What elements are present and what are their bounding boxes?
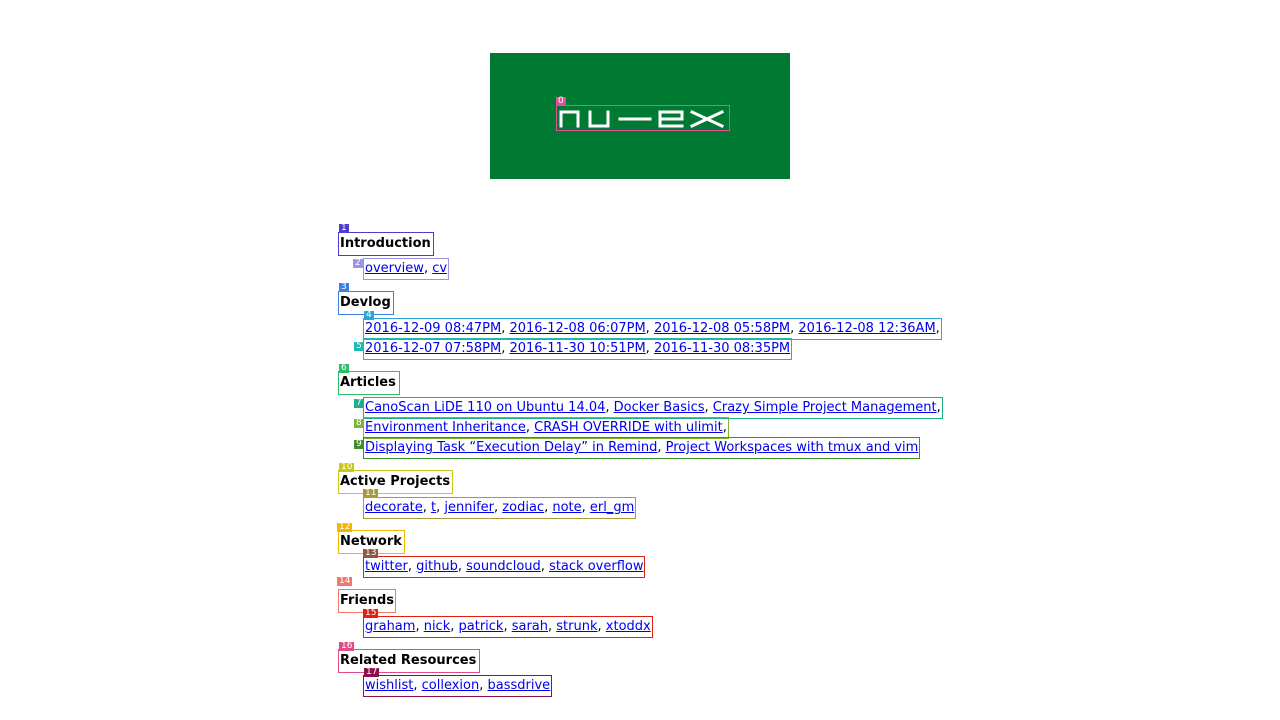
overlay-tag: 12 [337, 522, 353, 532]
friend-link[interactable]: strunk [556, 619, 597, 634]
nu-ex-logo[interactable] [558, 108, 728, 128]
project-link[interactable]: note [552, 500, 581, 515]
article-link[interactable]: Displaying Task “Execution Delay” in Rem… [365, 440, 657, 455]
overlay-tag: 5 [354, 341, 364, 351]
devlog-link[interactable]: 2016-12-07 07:58PM [365, 341, 501, 356]
articles-links-row-1: CanoScan LiDE 110 on Ubuntu 14.04, Docke… [363, 397, 943, 419]
article-link[interactable]: Environment Inheritance [365, 420, 526, 435]
devlog-links-row-2: 2016-12-07 07:58PM, 2016-11-30 10:51PM, … [363, 338, 793, 360]
article-link[interactable]: CanoScan LiDE 110 on Ubuntu 14.04 [365, 400, 605, 415]
network-links: twitter, github, soundcloud, stack overf… [363, 556, 646, 578]
overlay-tag: 1 [339, 223, 349, 233]
overlay-tag: 8 [354, 418, 364, 428]
article-link[interactable]: Docker Basics [614, 400, 705, 415]
link-overview[interactable]: overview [365, 261, 424, 276]
overlay-tag: 6 [339, 363, 349, 373]
network-link[interactable]: soundcloud [466, 559, 541, 574]
overlay-tag: 0 [556, 96, 566, 106]
overlay-tag: 7 [354, 398, 364, 408]
article-link[interactable]: CRASH OVERRIDE with ulimit [534, 420, 723, 435]
overlay-tag: 11 [363, 488, 379, 498]
project-link[interactable]: erl_gm [590, 500, 634, 515]
devlog-link[interactable]: 2016-12-08 06:07PM [509, 321, 645, 336]
section-heading-active-projects: Active Projects [338, 470, 453, 494]
friend-link[interactable]: sarah [512, 619, 548, 634]
devlog-links-row-1: 2016-12-09 08:47PM, 2016-12-08 06:07PM, … [363, 318, 942, 340]
friends-links: graham, nick, patrick, sarah, strunk, xt… [363, 616, 653, 638]
devlog-link[interactable]: 2016-11-30 10:51PM [509, 341, 645, 356]
projects-links: decorate, t, jennifer, zodiac, note, erl… [363, 497, 637, 519]
section-heading-related-resources: Related Resources [338, 649, 480, 673]
overlay-tag: 9 [354, 439, 364, 449]
network-link[interactable]: twitter [365, 559, 408, 574]
overlay-tag: 3 [339, 282, 349, 292]
overlay-tag: 16 [339, 641, 355, 651]
resources-links: wishlist, collexion, bassdrive [363, 675, 553, 697]
intro-links: overview, cv [363, 258, 450, 280]
devlog-link[interactable]: 2016-12-08 12:36AM [798, 321, 935, 336]
friend-link[interactable]: nick [424, 619, 451, 634]
devlog-link[interactable]: 2016-12-09 08:47PM [365, 321, 501, 336]
network-link[interactable]: github [416, 559, 458, 574]
friend-link[interactable]: graham [365, 619, 415, 634]
article-link[interactable]: Project Workspaces with tmux and vim [666, 440, 919, 455]
friend-link[interactable]: patrick [459, 619, 504, 634]
overlay-tag: 15 [363, 608, 379, 618]
overlay-tag: 17 [364, 667, 380, 677]
project-link[interactable]: t [431, 500, 436, 515]
resource-link[interactable]: wishlist [365, 678, 413, 693]
resource-link[interactable]: bassdrive [487, 678, 550, 693]
overlay-tag: 13 [363, 548, 379, 558]
project-link[interactable]: decorate [365, 500, 423, 515]
article-link[interactable]: Crazy Simple Project Management [713, 400, 937, 415]
overlay-tag: 4 [364, 310, 374, 320]
section-heading-articles: Articles [338, 371, 400, 395]
devlog-link[interactable]: 2016-12-08 05:58PM [654, 321, 790, 336]
section-heading-introduction: Introduction [338, 232, 434, 256]
friend-link[interactable]: xtoddx [606, 619, 651, 634]
devlog-link[interactable]: 2016-11-30 08:35PM [654, 341, 790, 356]
link-cv[interactable]: cv [432, 261, 447, 276]
network-link[interactable]: stack overflow [549, 559, 643, 574]
resource-link[interactable]: collexion [422, 678, 480, 693]
project-link[interactable]: jennifer [444, 500, 494, 515]
articles-links-row-2: Environment Inheritance, CRASH OVERRIDE … [363, 417, 729, 439]
overlay-tag: 2 [353, 258, 363, 268]
overlay-tag: 14 [337, 576, 353, 586]
project-link[interactable]: zodiac [502, 500, 544, 515]
articles-links-row-3: Displaying Task “Execution Delay” in Rem… [363, 437, 921, 459]
overlay-tag: 10 [339, 462, 355, 472]
